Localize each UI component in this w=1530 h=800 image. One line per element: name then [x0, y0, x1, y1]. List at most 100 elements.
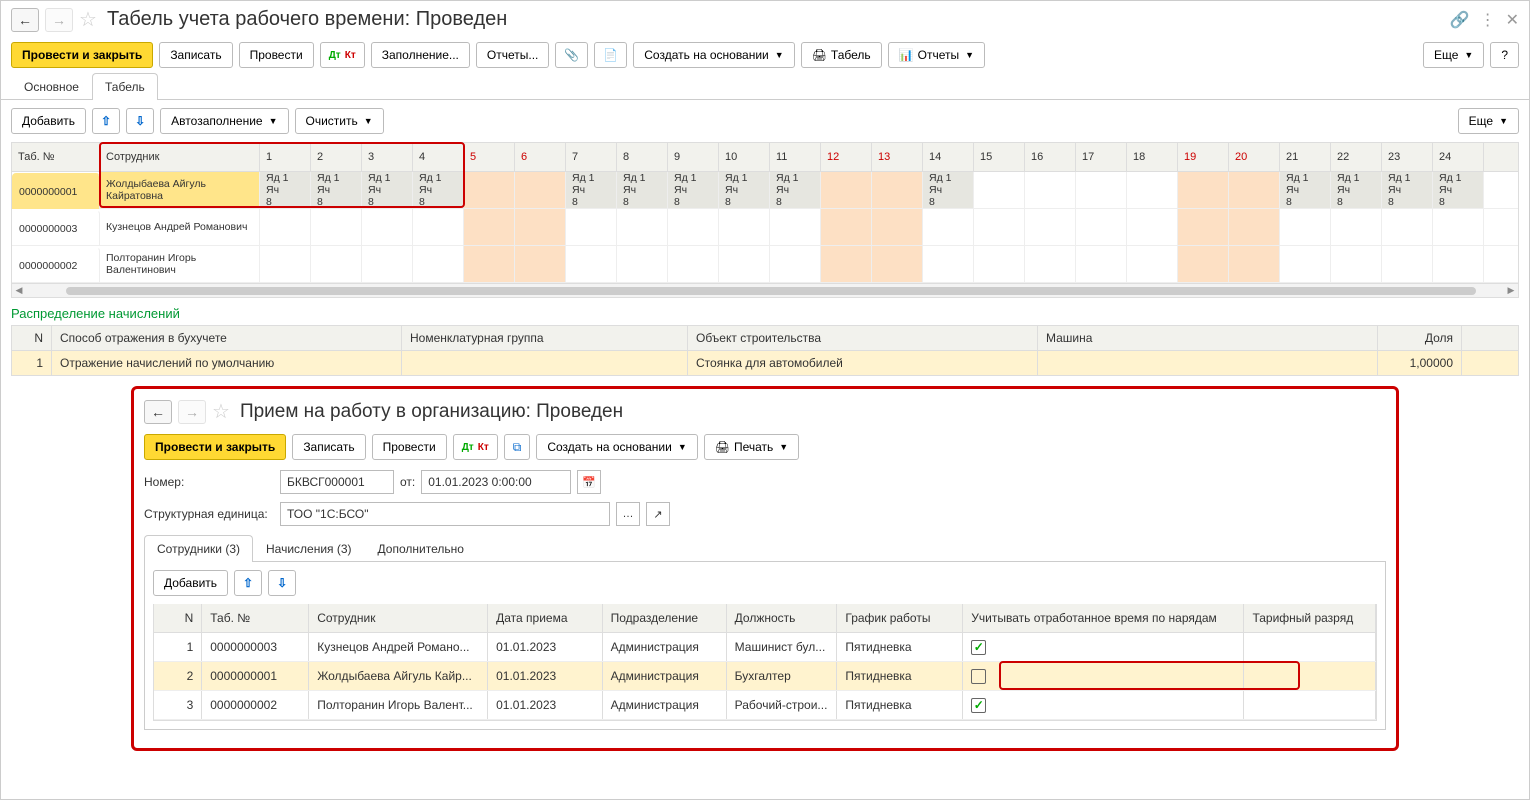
select-button[interactable]: … — [616, 502, 640, 526]
dtkt-button[interactable]: ДтКт — [320, 42, 365, 68]
cell-day-4[interactable]: Яд 1 Яч8 — [413, 172, 464, 208]
move-down-button[interactable]: ⇩ — [126, 108, 154, 134]
employee-row[interactable]: 20000000001Жолдыбаева Айгуль Кайр...01.0… — [154, 662, 1376, 691]
add-row-button[interactable]: Добавить — [11, 108, 86, 134]
autofill-button[interactable]: Автозаполнение▼ — [160, 108, 288, 134]
cell-day-14[interactable] — [923, 246, 974, 282]
write-button[interactable]: Записать — [159, 42, 232, 68]
sw-nav-forward-button[interactable]: → — [178, 400, 206, 424]
grid-up-button[interactable]: ⇧ — [234, 570, 262, 596]
grid-cell-track[interactable]: ✓ — [963, 691, 1244, 719]
cell-day-16[interactable] — [1025, 246, 1076, 282]
cell-day-12[interactable] — [821, 209, 872, 245]
cell-day-23[interactable] — [1382, 246, 1433, 282]
scroll-thumb[interactable] — [66, 287, 1476, 295]
from-input[interactable]: 01.01.2023 0:00:00 — [421, 470, 571, 494]
cell-day-9[interactable]: Яд 1 Яч8 — [668, 172, 719, 208]
cell-day-14[interactable] — [923, 209, 974, 245]
org-input[interactable]: ТОО "1С:БСО" — [280, 502, 610, 526]
timesheet-row[interactable]: 0000000001Жолдыбаева Айгуль КайратовнаЯд… — [12, 172, 1518, 209]
cell-day-11[interactable]: Яд 1 Яч8 — [770, 172, 821, 208]
cell-day-22[interactable] — [1331, 209, 1382, 245]
cell-day-6[interactable] — [515, 246, 566, 282]
cell-day-1[interactable] — [260, 209, 311, 245]
sw-create-based-button[interactable]: Создать на основании▼ — [536, 434, 697, 460]
kebab-icon[interactable]: ⋮ — [1480, 10, 1496, 30]
more-button[interactable]: Еще▼ — [1423, 42, 1484, 68]
cell-day-18[interactable] — [1127, 246, 1178, 282]
sw-struct-button[interactable]: ⧉ — [504, 434, 531, 460]
checkbox-icon[interactable]: ✓ — [971, 640, 986, 655]
open-button[interactable]: ↗ — [646, 502, 670, 526]
star-icon[interactable]: ☆ — [212, 399, 230, 424]
cell-day-10[interactable] — [719, 209, 770, 245]
cell-day-17[interactable] — [1076, 246, 1127, 282]
cell-day-8[interactable] — [617, 246, 668, 282]
cell-day-16[interactable] — [1025, 209, 1076, 245]
cell-day-24[interactable] — [1433, 209, 1484, 245]
number-input[interactable]: БКВСГ000001 — [280, 470, 394, 494]
cell-day-2[interactable] — [311, 209, 362, 245]
tab-accruals[interactable]: Начисления (3) — [253, 535, 365, 562]
scroll-right-icon[interactable]: ▶ — [1504, 285, 1518, 296]
cell-day-20[interactable] — [1229, 172, 1280, 208]
clear-button[interactable]: Очистить▼ — [295, 108, 384, 134]
cell-day-15[interactable] — [974, 246, 1025, 282]
cell-day-11[interactable] — [770, 246, 821, 282]
cell-day-19[interactable] — [1178, 246, 1229, 282]
star-icon[interactable]: ☆ — [79, 7, 97, 32]
close-icon[interactable]: ✕ — [1506, 10, 1519, 30]
help-button[interactable]: ? — [1490, 42, 1519, 68]
nav-forward-button[interactable]: → — [45, 8, 73, 32]
allocation-row[interactable]: 1 Отражение начислений по умолчанию Стоя… — [12, 351, 1518, 375]
cell-day-21[interactable]: Яд 1 Яч8 — [1280, 172, 1331, 208]
sw-write-button[interactable]: Записать — [292, 434, 365, 460]
cell-day-10[interactable] — [719, 246, 770, 282]
reports2-button[interactable]: 📊 Отчеты▼ — [888, 42, 985, 68]
grid-cell-track[interactable] — [963, 662, 1244, 690]
checkbox-icon[interactable] — [971, 669, 986, 684]
cell-day-20[interactable] — [1229, 209, 1280, 245]
cell-day-7[interactable] — [566, 246, 617, 282]
cell-day-1[interactable] — [260, 246, 311, 282]
cell-day-22[interactable] — [1331, 246, 1382, 282]
cell-day-2[interactable] — [311, 246, 362, 282]
cell-day-14[interactable]: Яд 1 Яч8 — [923, 172, 974, 208]
cell-day-19[interactable] — [1178, 172, 1229, 208]
sw-print-button[interactable]: 🖨 Печать▼ — [704, 434, 799, 460]
move-up-button[interactable]: ⇧ — [92, 108, 120, 134]
cell-day-21[interactable] — [1280, 209, 1331, 245]
timesheet-row[interactable]: 0000000003Кузнецов Андрей Романович — [12, 209, 1518, 246]
grid-add-button[interactable]: Добавить — [153, 570, 228, 596]
cell-day-15[interactable] — [974, 172, 1025, 208]
horizontal-scrollbar[interactable]: ◀ ▶ — [12, 283, 1518, 297]
cell-day-1[interactable]: Яд 1 Яч8 — [260, 172, 311, 208]
cell-day-4[interactable] — [413, 246, 464, 282]
link-icon[interactable]: 🔗 — [1450, 10, 1470, 30]
cell-day-18[interactable] — [1127, 172, 1178, 208]
sw-post-close-button[interactable]: Провести и закрыть — [144, 434, 286, 460]
employees-grid[interactable]: N Таб. № Сотрудник Дата приема Подраздел… — [153, 604, 1377, 721]
cell-day-17[interactable] — [1076, 172, 1127, 208]
cell-day-3[interactable]: Яд 1 Яч8 — [362, 172, 413, 208]
fill-button[interactable]: Заполнение... — [371, 42, 470, 68]
sw-nav-back-button[interactable]: ← — [144, 400, 172, 424]
tab-main[interactable]: Основное — [11, 73, 92, 100]
cell-day-11[interactable] — [770, 209, 821, 245]
sw-dtkt-button[interactable]: ДтКт — [453, 434, 498, 460]
cell-day-24[interactable]: Яд 1 Яч8 — [1433, 172, 1484, 208]
cell-day-16[interactable] — [1025, 172, 1076, 208]
cell-day-17[interactable] — [1076, 209, 1127, 245]
cell-day-19[interactable] — [1178, 209, 1229, 245]
checkbox-icon[interactable]: ✓ — [971, 698, 986, 713]
cell-day-13[interactable] — [872, 209, 923, 245]
cell-day-5[interactable] — [464, 172, 515, 208]
tab-employees[interactable]: Сотрудники (3) — [144, 535, 253, 562]
cell-day-22[interactable]: Яд 1 Яч8 — [1331, 172, 1382, 208]
sw-post-button[interactable]: Провести — [372, 434, 447, 460]
cell-day-13[interactable] — [872, 172, 923, 208]
tab-extra[interactable]: Дополнительно — [365, 535, 477, 562]
tab-tabel[interactable]: Табель — [92, 73, 158, 100]
cell-day-4[interactable] — [413, 209, 464, 245]
create-based-button[interactable]: Создать на основании▼ — [633, 42, 794, 68]
